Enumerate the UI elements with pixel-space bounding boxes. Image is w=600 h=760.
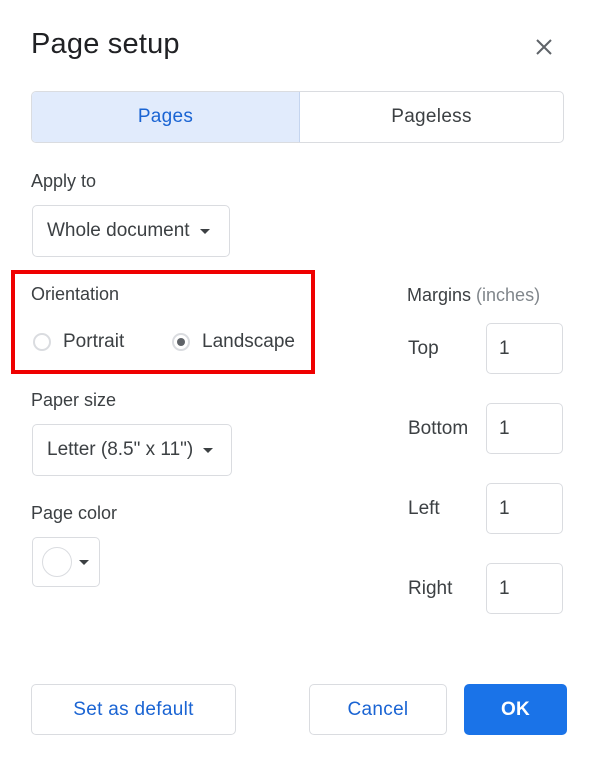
apply-to-label: Apply to xyxy=(31,171,97,191)
chevron-down-icon xyxy=(203,447,214,453)
margin-top-label: Top xyxy=(408,338,439,359)
radio-unchecked-icon xyxy=(33,333,51,351)
set-as-default-button[interactable]: Set as default xyxy=(31,684,236,735)
radio-checked-icon xyxy=(172,333,190,351)
dialog-title: Page setup xyxy=(31,28,180,60)
margins-label: Margins xyxy=(407,285,472,305)
orientation-label: Orientation xyxy=(31,284,120,304)
margin-left-label: Left xyxy=(408,498,440,519)
page-color-label: Page color xyxy=(31,503,118,523)
close-button[interactable] xyxy=(531,34,557,60)
ok-button[interactable]: OK xyxy=(464,684,567,735)
margin-bottom-input[interactable] xyxy=(486,403,563,454)
margin-top-input[interactable] xyxy=(486,323,563,374)
margins-unit: (inches) xyxy=(476,285,541,305)
mode-tabs: Pages Pageless xyxy=(31,91,564,143)
margin-bottom-label: Bottom xyxy=(408,418,469,439)
margin-left-input[interactable] xyxy=(486,483,563,534)
tab-pages[interactable]: Pages xyxy=(32,92,300,142)
color-swatch xyxy=(42,547,72,577)
paper-size-select[interactable]: Letter (8.5" x 11") xyxy=(32,424,232,476)
paper-size-value: Letter (8.5" x 11") xyxy=(47,439,194,460)
radio-landscape[interactable]: Landscape xyxy=(172,331,295,353)
margin-right-label: Right xyxy=(408,578,453,599)
chevron-down-icon xyxy=(79,559,89,565)
margin-right-input[interactable] xyxy=(486,563,563,614)
apply-to-value: Whole document xyxy=(47,220,190,241)
apply-to-select[interactable]: Whole document xyxy=(32,205,230,257)
margins-heading: Margins (inches) xyxy=(407,285,540,306)
close-icon xyxy=(536,39,552,55)
chevron-down-icon xyxy=(199,228,210,234)
tab-pageless[interactable]: Pageless xyxy=(300,92,563,142)
landscape-label: Landscape xyxy=(202,331,295,352)
cancel-button[interactable]: Cancel xyxy=(309,684,447,735)
page-color-picker[interactable] xyxy=(32,537,100,587)
radio-portrait[interactable]: Portrait xyxy=(33,331,124,353)
portrait-label: Portrait xyxy=(63,331,125,352)
paper-size-label: Paper size xyxy=(31,390,117,410)
